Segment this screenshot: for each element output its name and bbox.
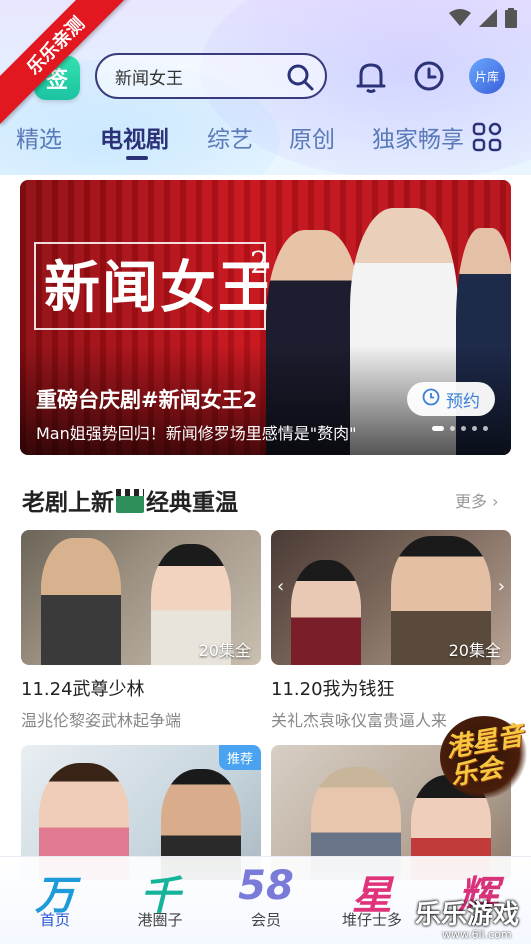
- nav-home-label: 首页: [39, 911, 70, 929]
- nav-home[interactable]: 万 首页: [5, 857, 105, 944]
- library-label: 片库: [474, 69, 499, 84]
- all-categories-grid-icon[interactable]: [472, 122, 502, 156]
- tab-variety[interactable]: 综艺: [207, 120, 253, 154]
- concert-promo-badge[interactable]: 港星音乐会: [440, 716, 528, 798]
- episode-count: 20集全: [198, 641, 251, 660]
- membership-icon: 58: [238, 863, 294, 909]
- tab-featured[interactable]: 精选: [16, 120, 62, 154]
- category-tabs: 精选 电视剧 综艺 原创 独家畅享: [0, 114, 531, 164]
- reserve-button[interactable]: 预约: [407, 382, 495, 416]
- show-logo-text: 新闻女王: [44, 255, 276, 321]
- nav-membership-label: 会员: [250, 911, 281, 929]
- watermark-text: 乐乐游戏: [415, 900, 520, 930]
- section-title: 老剧上新 经典重温: [22, 483, 238, 517]
- section-title-part1: 老剧上新: [22, 490, 114, 516]
- show-title[interactable]: 11.20我为钱狂: [271, 675, 395, 701]
- recommended-badge: 推荐: [218, 745, 261, 770]
- show-description: 关礼杰袁咏仪富贵逼人来: [271, 711, 448, 730]
- show-logo-number: 2: [250, 246, 270, 281]
- tab-exclusive[interactable]: 独家畅享: [372, 120, 464, 154]
- show-title[interactable]: 11.24武尊少林: [21, 675, 145, 701]
- nav-membership[interactable]: 58 会员: [216, 857, 316, 944]
- more-link[interactable]: 更多 ›: [455, 488, 499, 512]
- library-button[interactable]: 片库: [469, 58, 505, 94]
- banner-subtitle: Man姐强势回归！新闻修罗场里感情是"赘肉": [36, 424, 357, 443]
- tab-original[interactable]: 原创: [289, 120, 335, 154]
- episode-count: 20集全: [448, 641, 501, 660]
- tab-tv-series[interactable]: 电视剧: [100, 120, 169, 154]
- banner-title: 重磅台庆剧#新闻女王2: [36, 388, 258, 412]
- carousel-left-arrow-icon[interactable]: ‹: [277, 576, 284, 597]
- active-tab-indicator: [126, 156, 148, 160]
- show-card[interactable]: ‹ › 20集全 11.20我为钱狂 关礼杰袁咏仪富贵逼人来: [271, 530, 511, 730]
- carousel-right-arrow-icon[interactable]: ›: [498, 576, 505, 597]
- nav-hk-circle-label: 港圈子: [137, 911, 183, 929]
- nav-store[interactable]: 星 堆仔士多: [322, 857, 422, 944]
- nav-store-label: 堆仔士多: [341, 911, 402, 929]
- show-thumbnail[interactable]: ‹ › 20集全: [271, 530, 511, 665]
- search-input[interactable]: 新闻女王: [115, 64, 183, 89]
- history-clock-icon[interactable]: [413, 60, 445, 96]
- search-bar[interactable]: 新闻女王: [95, 53, 327, 99]
- clock-icon: [422, 388, 440, 411]
- signal-icon: [479, 9, 497, 31]
- show-card[interactable]: 20集全 11.24武尊少林 温兆伦黎姿武林起争端: [21, 530, 261, 730]
- battery-icon: [505, 8, 517, 32]
- nav-hk-circle[interactable]: 千 港圈子: [110, 857, 210, 944]
- reserve-label: 预约: [446, 391, 480, 412]
- section-title-part2: 经典重温: [146, 490, 238, 516]
- search-icon[interactable]: [285, 62, 315, 96]
- watermark-url: www.6ll.com: [442, 928, 512, 941]
- show-thumbnail[interactable]: 20集全: [21, 530, 261, 665]
- bell-icon[interactable]: [355, 60, 387, 98]
- hero-banner[interactable]: 新闻女王 2 重磅台庆剧#新闻女王2 Man姐强势回归！新闻修罗场里感情是"赘肉…: [20, 180, 511, 455]
- concert-promo-text: 港星音乐会: [443, 720, 526, 792]
- wifi-icon: [449, 9, 471, 31]
- clapperboard-icon: [116, 489, 144, 513]
- show-description: 温兆伦黎姿武林起争端: [21, 711, 182, 730]
- carousel-indicator: [432, 426, 488, 431]
